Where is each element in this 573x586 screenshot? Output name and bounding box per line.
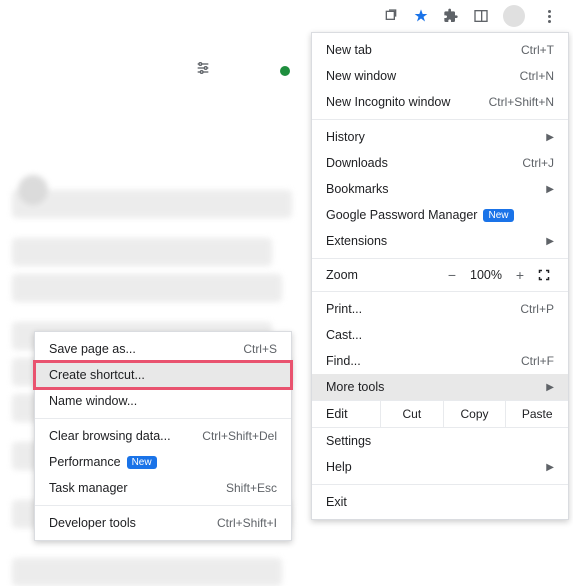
label: Help <box>326 460 352 474</box>
label: New window <box>326 69 396 83</box>
label: New Incognito window <box>326 95 450 109</box>
zoom-value: 100% <box>466 268 506 282</box>
panel-icon[interactable] <box>473 8 489 24</box>
separator <box>312 258 568 259</box>
menu-new-tab[interactable]: New tab Ctrl+T <box>312 37 568 63</box>
menu-bookmarks[interactable]: Bookmarks ▶ <box>312 176 568 202</box>
new-badge: New <box>127 456 157 469</box>
more-tools-submenu: Save page as... Ctrl+S Create shortcut...… <box>34 331 292 541</box>
label: Cast... <box>326 328 362 342</box>
menu-help[interactable]: Help ▶ <box>312 454 568 480</box>
separator <box>35 418 291 419</box>
tune-icon[interactable] <box>195 60 211 76</box>
separator <box>312 119 568 120</box>
label: Task manager <box>49 481 128 495</box>
cut-button[interactable]: Cut <box>380 401 443 427</box>
submenu-name-window[interactable]: Name window... <box>35 388 291 414</box>
browser-toolbar <box>369 0 573 32</box>
status-dot <box>280 66 290 76</box>
menu-downloads[interactable]: Downloads Ctrl+J <box>312 150 568 176</box>
chrome-main-menu: New tab Ctrl+T New window Ctrl+N New Incog… <box>311 32 569 520</box>
fullscreen-icon[interactable] <box>534 269 554 281</box>
submenu-developer-tools[interactable]: Developer tools Ctrl+Shift+I <box>35 510 291 536</box>
shortcut: Ctrl+T <box>521 43 554 57</box>
label: Bookmarks <box>326 182 389 196</box>
new-badge: New <box>483 209 513 222</box>
label: More tools <box>326 380 384 394</box>
label: Exit <box>326 495 347 509</box>
shortcut: Ctrl+N <box>520 69 554 83</box>
menu-new-window[interactable]: New window Ctrl+N <box>312 63 568 89</box>
menu-extensions[interactable]: Extensions ▶ <box>312 228 568 254</box>
label: Edit <box>312 401 380 427</box>
submenu-save-page[interactable]: Save page as... Ctrl+S <box>35 336 291 362</box>
submenu-clear-data[interactable]: Clear browsing data... Ctrl+Shift+Del <box>35 423 291 449</box>
puzzle-icon[interactable] <box>443 8 459 24</box>
chevron-right-icon: ▶ <box>546 184 554 195</box>
label: Downloads <box>326 156 388 170</box>
star-icon[interactable] <box>413 8 429 24</box>
menu-edit-row: Edit Cut Copy Paste <box>312 400 568 428</box>
zoom-out-button[interactable]: − <box>438 267 466 283</box>
menu-history[interactable]: History ▶ <box>312 124 568 150</box>
menu-new-incognito[interactable]: New Incognito window Ctrl+Shift+N <box>312 89 568 115</box>
menu-more-tools[interactable]: More tools ▶ <box>312 374 568 400</box>
label: Settings <box>326 434 371 448</box>
paste-button[interactable]: Paste <box>505 401 568 427</box>
separator <box>312 484 568 485</box>
more-icon[interactable] <box>539 6 559 26</box>
submenu-performance[interactable]: Performance New <box>35 449 291 475</box>
menu-exit[interactable]: Exit <box>312 489 568 515</box>
chevron-right-icon: ▶ <box>546 236 554 247</box>
submenu-task-manager[interactable]: Task manager Shift+Esc <box>35 475 291 501</box>
label: Clear browsing data... <box>49 429 171 443</box>
share-icon[interactable] <box>383 8 399 24</box>
menu-settings[interactable]: Settings <box>312 428 568 454</box>
separator <box>35 505 291 506</box>
label-group: Performance New <box>49 455 157 469</box>
label: Print... <box>326 302 362 316</box>
chevron-right-icon: ▶ <box>546 382 554 393</box>
menu-find[interactable]: Find... Ctrl+F <box>312 348 568 374</box>
label: Zoom <box>326 268 438 282</box>
menu-cast[interactable]: Cast... <box>312 322 568 348</box>
menu-print[interactable]: Print... Ctrl+P <box>312 296 568 322</box>
label: Name window... <box>49 394 137 408</box>
shortcut: Ctrl+Shift+N <box>489 95 554 109</box>
shortcut: Ctrl+J <box>522 156 554 170</box>
label: New tab <box>326 43 372 57</box>
label: Create shortcut... <box>49 368 145 382</box>
label: Performance <box>49 455 121 469</box>
label: History <box>326 130 365 144</box>
shortcut: Ctrl+Shift+I <box>217 516 277 530</box>
copy-button[interactable]: Copy <box>443 401 506 427</box>
menu-password-manager[interactable]: Google Password Manager New <box>312 202 568 228</box>
shortcut: Ctrl+Shift+Del <box>202 429 277 443</box>
shortcut: Ctrl+P <box>520 302 554 316</box>
label: Developer tools <box>49 516 136 530</box>
shortcut: Shift+Esc <box>226 481 277 495</box>
label: Find... <box>326 354 361 368</box>
chevron-right-icon: ▶ <box>546 132 554 143</box>
profile-avatar[interactable] <box>503 5 525 27</box>
chevron-right-icon: ▶ <box>546 462 554 473</box>
zoom-in-button[interactable]: + <box>506 267 534 283</box>
submenu-create-shortcut[interactable]: Create shortcut... <box>35 362 291 388</box>
label: Save page as... <box>49 342 136 356</box>
label: Extensions <box>326 234 387 248</box>
shortcut: Ctrl+S <box>243 342 277 356</box>
menu-zoom: Zoom − 100% + <box>312 263 568 287</box>
label: Google Password Manager <box>326 208 477 222</box>
label-group: Google Password Manager New <box>326 208 514 222</box>
separator <box>312 291 568 292</box>
shortcut: Ctrl+F <box>521 354 554 368</box>
